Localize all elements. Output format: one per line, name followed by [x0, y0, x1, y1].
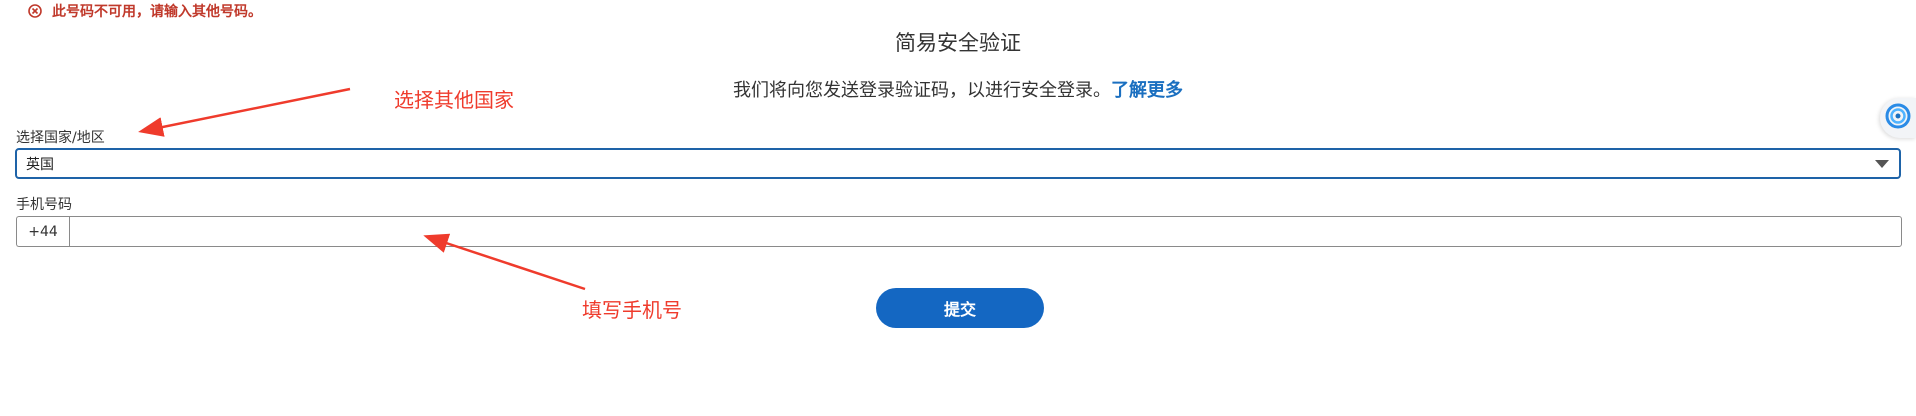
- phone-field-group: +44: [16, 216, 1902, 247]
- error-message: 此号码不可用，请输入其他号码。: [28, 2, 262, 20]
- page: 此号码不可用，请输入其他号码。 简易安全验证 我们将向您发送登录验证码，以进行安…: [0, 0, 1916, 416]
- annotation-fill-phone: 填写手机号: [582, 298, 682, 322]
- page-title: 简易安全验证: [895, 31, 1021, 55]
- page-subtitle: 我们将向您发送登录验证码，以进行安全登录。了解更多: [0, 76, 1916, 102]
- chevron-down-icon: [1875, 159, 1889, 168]
- annotation-select-country: 选择其他国家: [394, 88, 514, 112]
- learn-more-link[interactable]: 了解更多: [1111, 80, 1183, 101]
- error-text: 此号码不可用，请输入其他号码。: [52, 4, 262, 20]
- swirl-app-icon: [1885, 103, 1911, 133]
- country-select-value: 英国: [26, 156, 54, 173]
- side-float-widget[interactable]: [1880, 98, 1916, 138]
- phone-country-code: +44: [16, 216, 69, 247]
- phone-label: 手机号码: [16, 197, 72, 213]
- phone-number-input[interactable]: [69, 216, 1902, 247]
- country-select[interactable]: 英国: [15, 148, 1901, 179]
- country-label: 选择国家/地区: [16, 130, 105, 146]
- annotation-arrows: [138, 87, 586, 291]
- error-circle-icon: [28, 4, 42, 18]
- subtitle-text: 我们将向您发送登录验证码，以进行安全登录。: [733, 80, 1111, 101]
- submit-button[interactable]: 提交: [876, 288, 1044, 328]
